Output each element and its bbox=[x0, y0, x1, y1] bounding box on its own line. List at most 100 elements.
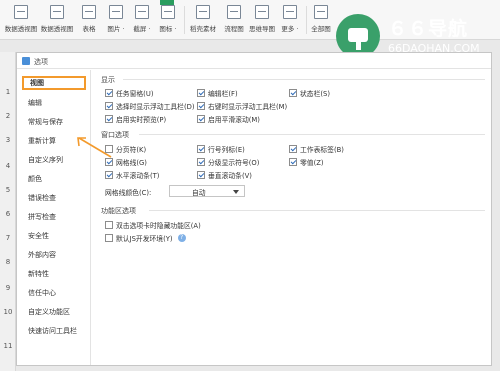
nav-item-spell-check[interactable]: 拼写检查 bbox=[22, 210, 86, 224]
checkbox-horizontal-scrollbar[interactable]: 水平滚动条(T) bbox=[105, 170, 159, 180]
checkbox-box bbox=[105, 115, 113, 123]
checkbox-box bbox=[197, 171, 205, 179]
section-divider bbox=[149, 210, 485, 211]
section-ribbon-title: 功能区选项 bbox=[101, 207, 136, 215]
checkbox-formula-bar[interactable]: 编辑栏(F) bbox=[197, 88, 238, 98]
screenshot-icon bbox=[135, 5, 149, 19]
row-number[interactable]: 8 bbox=[0, 258, 16, 266]
checkbox-box bbox=[289, 145, 297, 153]
ribbon-separator bbox=[306, 6, 307, 34]
gridline-color-label: 网格线颜色(C): bbox=[105, 189, 152, 197]
row-number[interactable]: 9 bbox=[0, 284, 16, 292]
row-number[interactable]: 5 bbox=[0, 186, 16, 194]
row-number[interactable]: 7 bbox=[0, 234, 16, 242]
section-divider bbox=[123, 79, 485, 80]
checkbox-sheet-tabs[interactable]: 工作表标签(B) bbox=[289, 144, 344, 154]
nav-item-error-check[interactable]: 错误检查 bbox=[22, 191, 86, 205]
section-divider bbox=[139, 134, 485, 135]
checkbox-label: 选择时显示浮动工具栏(D) bbox=[116, 103, 195, 111]
table-icon bbox=[82, 5, 96, 19]
checkbox-rightclick-float-toolbar[interactable]: 右键时显示浮动工具栏(M) bbox=[197, 101, 287, 111]
checkbox-dblclick-hide-ribbon[interactable]: 双击选项卡时隐藏功能区(A) bbox=[105, 220, 201, 230]
dialog-title: 选项 bbox=[34, 58, 48, 66]
checkbox-label: 网格线(G) bbox=[116, 159, 147, 167]
row-number[interactable]: 1 bbox=[0, 88, 16, 96]
flowchart-button[interactable]: 流程图 bbox=[222, 2, 246, 38]
screenshot-button[interactable]: 截屏 · bbox=[130, 2, 154, 38]
pivot-chart-label: 数据透视图 bbox=[4, 25, 38, 33]
checkbox-box bbox=[105, 102, 113, 110]
nav-item-general-save[interactable]: 常规与保存 bbox=[22, 115, 86, 129]
pivot-table-button[interactable]: 数据透视图 bbox=[40, 2, 74, 38]
nav-item-view[interactable]: 视图 bbox=[22, 76, 86, 90]
row-number[interactable]: 4 bbox=[0, 162, 16, 170]
checkbox-box bbox=[197, 89, 205, 97]
nav-item-trust-center[interactable]: 信任中心 bbox=[22, 286, 86, 300]
checkbox-task-pane[interactable]: 任务窗格(U) bbox=[105, 88, 153, 98]
checkbox-box bbox=[197, 102, 205, 110]
nav-item-color[interactable]: 颜色 bbox=[22, 172, 86, 186]
nav-item-custom-ribbon[interactable]: 自定义功能区 bbox=[22, 305, 86, 319]
gridline-color-value: 自动 bbox=[192, 189, 206, 197]
gridline-color-select[interactable]: 自动 bbox=[169, 185, 245, 197]
checkbox-label: 双击选项卡时隐藏功能区(A) bbox=[116, 222, 201, 230]
picture-label: 图片 · bbox=[107, 25, 125, 33]
checkbox-box bbox=[105, 145, 113, 153]
checkbox-label: 右键时显示浮动工具栏(M) bbox=[208, 103, 288, 111]
checkbox-box bbox=[105, 158, 113, 166]
checkbox-live-preview[interactable]: 启用实时预览(P) bbox=[105, 114, 166, 124]
checkbox-label: 启用平滑滚动(M) bbox=[208, 116, 260, 124]
material-icon bbox=[196, 5, 210, 19]
checkbox-box bbox=[289, 158, 297, 166]
all-charts-icon bbox=[314, 5, 328, 19]
flowchart-label: 流程图 bbox=[224, 25, 244, 33]
checkbox-box bbox=[105, 221, 113, 229]
more-button[interactable]: 更多 · bbox=[278, 2, 302, 38]
checkbox-label: 默认JS开发环境(Y) bbox=[116, 235, 173, 243]
nav-item-security[interactable]: 安全性 bbox=[22, 229, 86, 243]
checkbox-label: 启用实时预览(P) bbox=[116, 116, 167, 124]
section-window-title: 窗口选项 bbox=[101, 131, 129, 139]
checkbox-label: 零值(Z) bbox=[300, 159, 324, 167]
row-number[interactable]: 10 bbox=[0, 308, 16, 316]
row-number[interactable]: 2 bbox=[0, 112, 16, 120]
all-charts-label: 全部图 bbox=[311, 25, 331, 33]
picture-icon bbox=[109, 5, 123, 19]
checkbox-box bbox=[105, 171, 113, 179]
view-settings-panel: 显示 任务窗格(U) 编辑栏(F) 状态栏(S) 选择时显示浮动工具栏(D) 右… bbox=[93, 70, 491, 365]
material-button[interactable]: 稻壳素材 bbox=[188, 2, 218, 38]
mindmap-button[interactable]: 思维导图 bbox=[248, 2, 276, 38]
table-button[interactable]: 表格 bbox=[78, 2, 100, 38]
nav-item-new-features[interactable]: 新特性 bbox=[22, 267, 86, 281]
flowchart-icon bbox=[227, 5, 241, 19]
nav-item-external-content[interactable]: 外部内容 bbox=[22, 248, 86, 262]
checkbox-label: 工作表标签(B) bbox=[300, 146, 344, 154]
checkbox-box bbox=[197, 115, 205, 123]
checkbox-vertical-scrollbar[interactable]: 垂直滚动条(V) bbox=[197, 170, 252, 180]
app-icon bbox=[22, 57, 30, 65]
checkbox-status-bar[interactable]: 状态栏(S) bbox=[289, 88, 330, 98]
checkbox-page-breaks[interactable]: 分页符(K) bbox=[105, 144, 146, 154]
checkbox-row-col-headers[interactable]: 行号列标(E) bbox=[197, 144, 245, 154]
nav-item-edit[interactable]: 编辑 bbox=[22, 96, 86, 110]
watermark-title: ６６导航 bbox=[388, 18, 469, 40]
checkbox-select-float-toolbar[interactable]: 选择时显示浮动工具栏(D) bbox=[105, 101, 195, 111]
checkbox-label: 任务窗格(U) bbox=[116, 90, 154, 98]
checkbox-zero-values[interactable]: 零值(Z) bbox=[289, 157, 324, 167]
dialog-title-bar[interactable]: 选项 bbox=[17, 53, 491, 69]
all-charts-button[interactable]: 全部图 bbox=[310, 2, 332, 38]
checkbox-gridlines[interactable]: 网格线(G) bbox=[105, 157, 147, 167]
icon-button[interactable]: 图标 · bbox=[156, 2, 180, 38]
checkbox-default-js-env[interactable]: 默认JS开发环境(Y) ? bbox=[105, 233, 186, 243]
pivot-chart-button[interactable]: 数据透视图 bbox=[4, 2, 38, 38]
row-number[interactable]: 6 bbox=[0, 210, 16, 218]
checkbox-box bbox=[197, 158, 205, 166]
row-number[interactable]: 11 bbox=[0, 342, 16, 350]
checkbox-smooth-scroll[interactable]: 启用平滑滚动(M) bbox=[197, 114, 260, 124]
nav-item-quick-access-toolbar[interactable]: 快速访问工具栏 bbox=[22, 324, 86, 338]
row-number[interactable]: 3 bbox=[0, 136, 16, 144]
help-icon[interactable]: ? bbox=[177, 234, 186, 242]
mindmap-label: 思维导图 bbox=[249, 25, 275, 33]
checkbox-outline-symbols[interactable]: 分级显示符号(O) bbox=[197, 157, 259, 167]
picture-button[interactable]: 图片 · bbox=[104, 2, 128, 38]
